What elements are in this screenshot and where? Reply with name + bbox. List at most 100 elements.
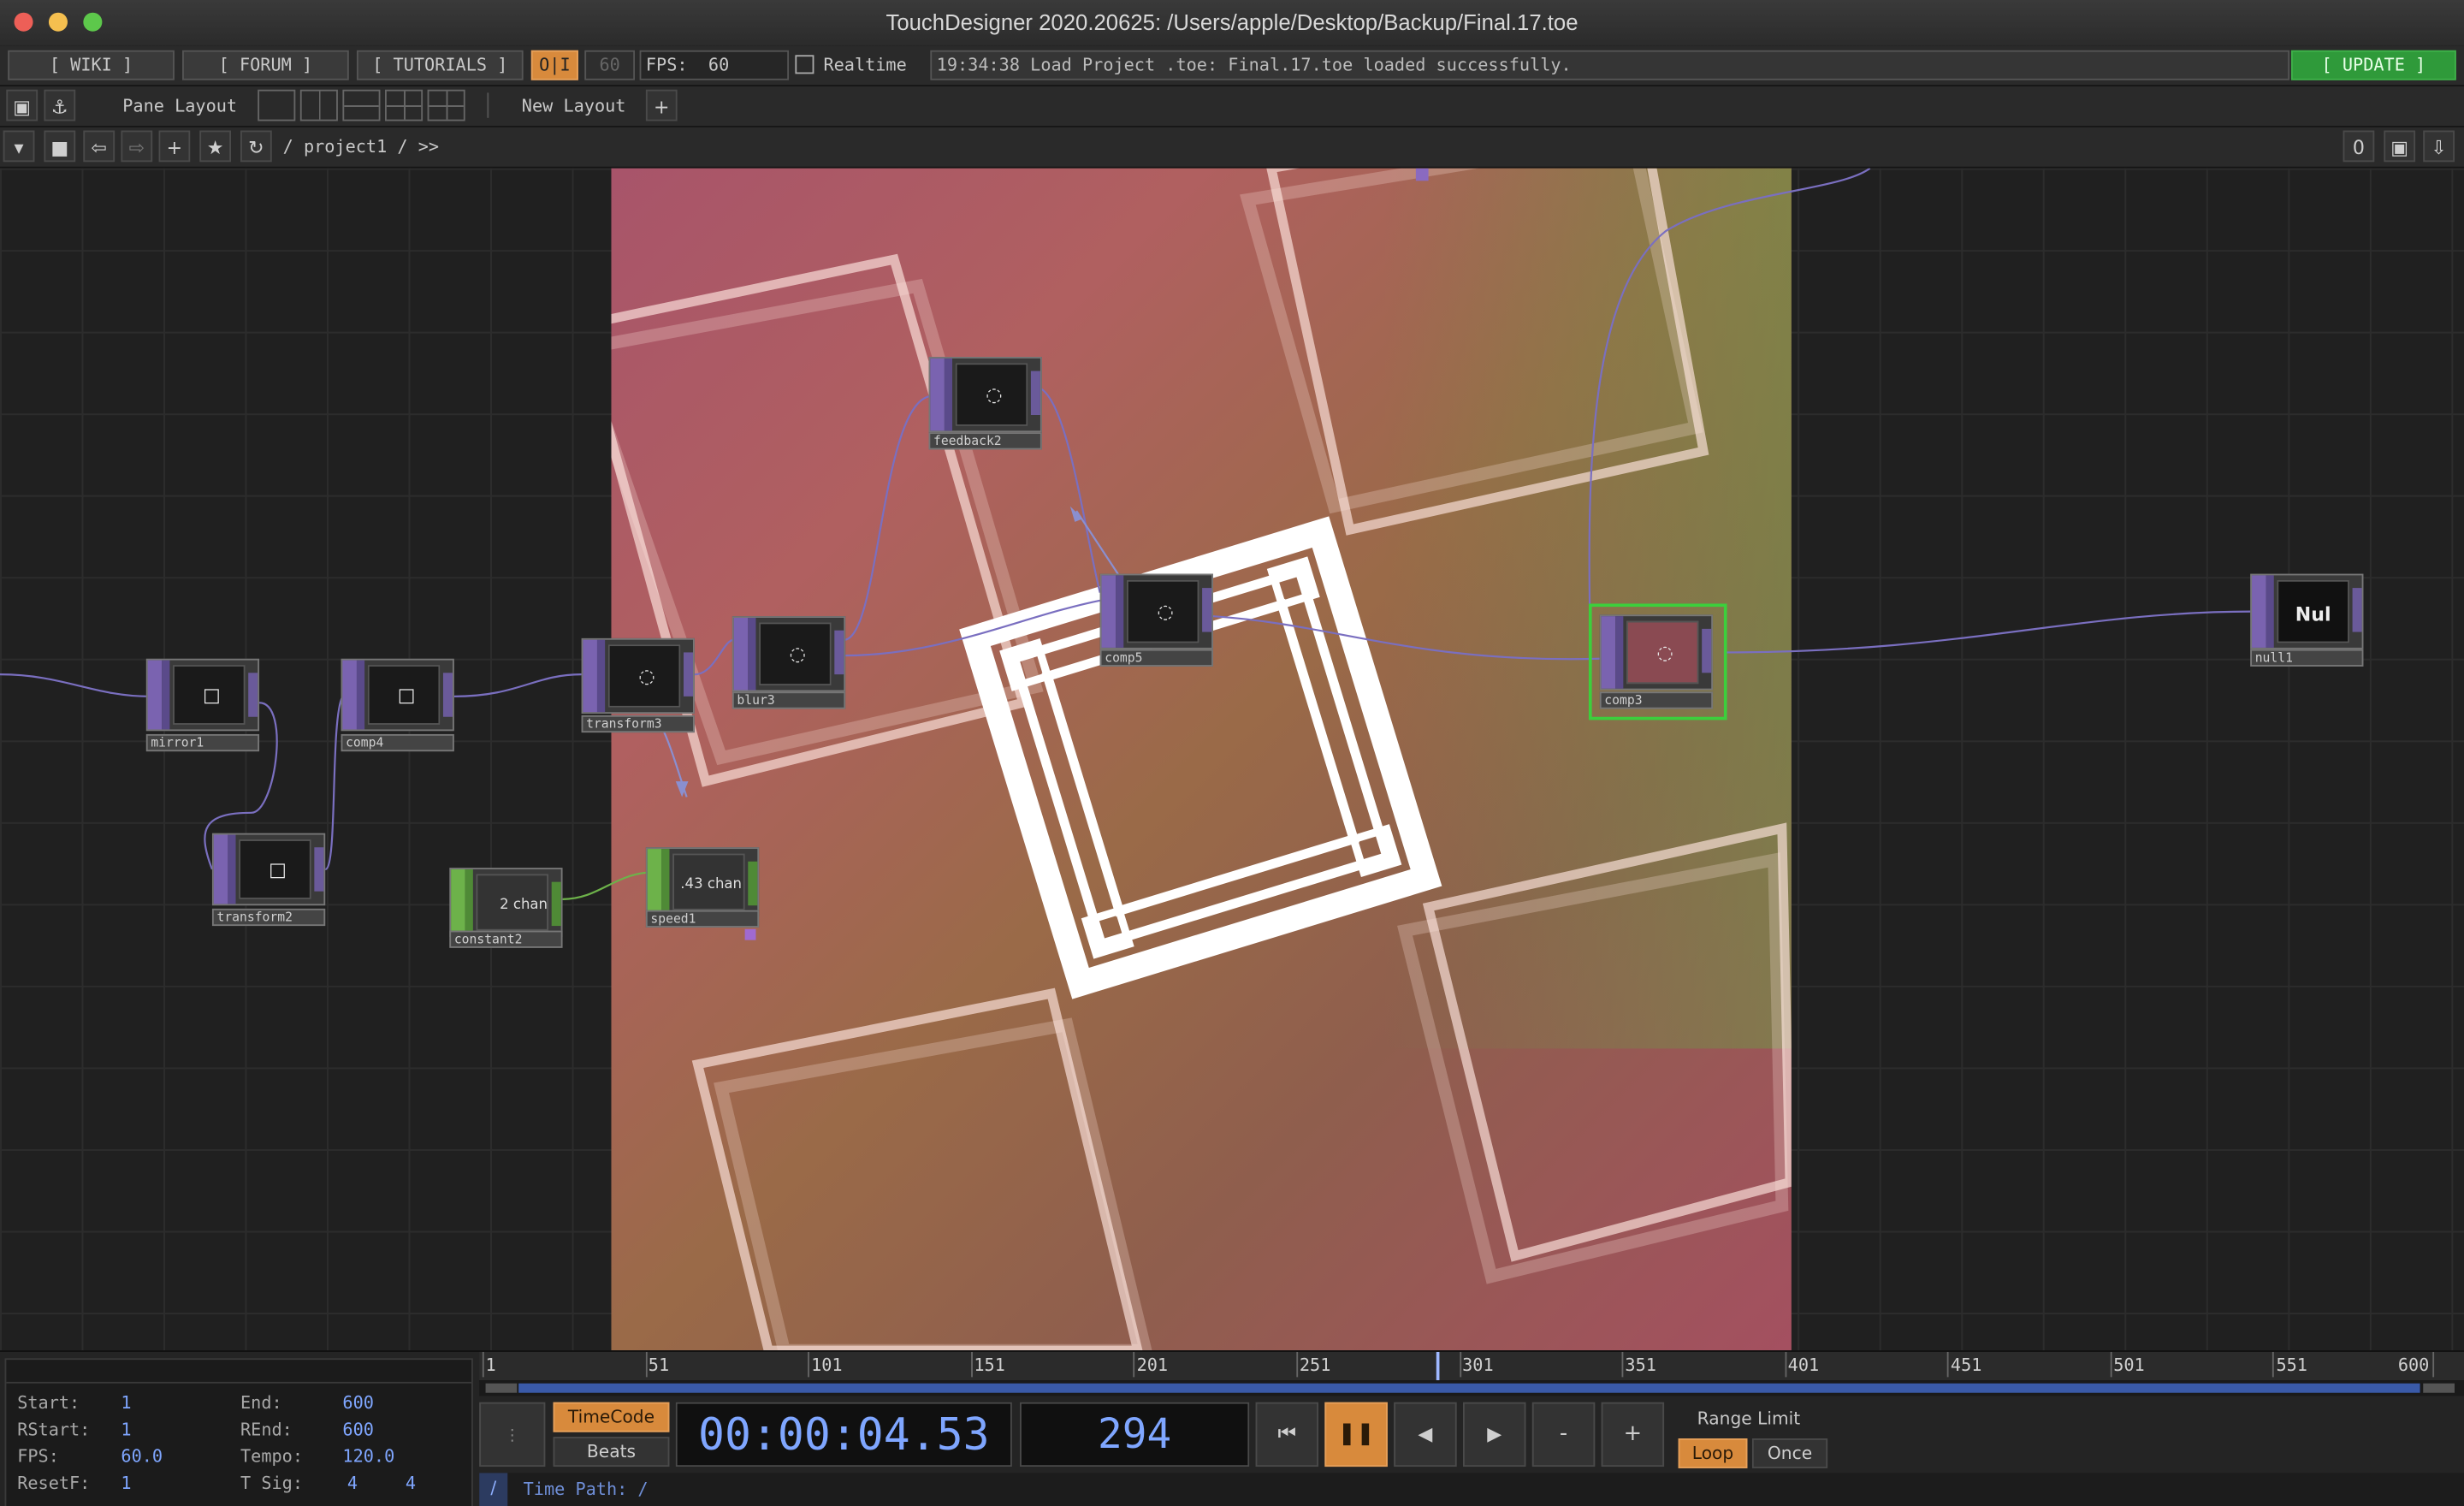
node-feedback2[interactable]: ◌	[928, 357, 1042, 433]
node-label-transform2[interactable]: transform2	[211, 908, 326, 927]
node-label-transform3[interactable]: transform3	[581, 714, 695, 733]
node-thumbnail: ◌	[607, 644, 681, 708]
pause-icon[interactable]: ❚❚	[1324, 1402, 1388, 1467]
node-transform3[interactable]: ◌	[581, 637, 695, 714]
timeline-side-icon[interactable]: ⋮	[479, 1402, 546, 1467]
node-transform2[interactable]: □	[211, 833, 326, 906]
node-label-speed1[interactable]: speed1	[645, 910, 760, 928]
node-mirror1[interactable]: □	[145, 658, 260, 732]
timecode-display[interactable]: 00:00:04.53	[675, 1402, 1012, 1467]
timeline-panel: Start: 1 End: 600 RStart: 1 REnd: 600 FP…	[0, 1350, 2464, 1506]
range-start-handle[interactable]	[485, 1383, 518, 1393]
wire-feedback-arrow	[1075, 510, 1123, 581]
node-blur3[interactable]: ◌	[732, 616, 846, 692]
wire-constant-speed	[562, 871, 648, 900]
node-label-constant2[interactable]: constant2	[449, 930, 563, 948]
start-value[interactable]: 1	[121, 1393, 131, 1414]
forum-button[interactable]: [ FORUM ]	[182, 50, 349, 80]
current-frame-marker[interactable]	[1436, 1351, 1440, 1381]
timeline-range-bar[interactable]	[479, 1380, 2464, 1396]
tutorials-button[interactable]: [ TUTORIALS ]	[356, 50, 524, 80]
counter-field[interactable]: 0	[2343, 130, 2375, 163]
node-constant2[interactable]: 2 chan	[449, 868, 563, 937]
timeline-tick-label: 301	[1462, 1355, 1494, 1376]
add-layout-button[interactable]: +	[645, 89, 678, 122]
timeline-tick-line	[1459, 1351, 1461, 1378]
increment-button[interactable]: +	[1601, 1402, 1665, 1467]
node-label-blur3[interactable]: blur3	[732, 691, 846, 709]
layout-three-pane-icon[interactable]	[385, 89, 424, 122]
anchor-icon[interactable]: ⚓	[44, 89, 76, 122]
pane-image-icon[interactable]: ▣	[6, 89, 38, 122]
back-arrow-icon[interactable]: ⇦	[83, 130, 116, 163]
wiki-button[interactable]: [ WIKI ]	[8, 50, 175, 80]
speed-connector[interactable]	[744, 928, 756, 940]
home-plus-icon[interactable]: +	[158, 130, 191, 163]
rewind-to-start-icon[interactable]: ⏮	[1255, 1402, 1319, 1467]
realtime-checkbox[interactable]	[795, 55, 814, 74]
timecode-toggle[interactable]: TimeCode	[553, 1402, 670, 1432]
timeline-tick-line	[645, 1351, 647, 1378]
network-editor[interactable]: □ mirror1 □ comp4 □ transform2 2 chan co…	[0, 168, 2464, 1351]
layout-four-pane-icon[interactable]	[427, 89, 465, 122]
timeline-ruler[interactable]: 1 51 101 151 201 251 301 351 401 451 501 551 600	[479, 1351, 2464, 1382]
timeline-tick-line	[1296, 1351, 1299, 1378]
node-dotted-circle-icon: ◌	[789, 643, 806, 666]
layout-split-horizontal-icon[interactable]	[342, 89, 381, 122]
tsig-numerator[interactable]: 4	[347, 1473, 358, 1493]
constant-value: 2 chan	[500, 898, 548, 914]
chevron-down-icon[interactable]: ▾	[3, 130, 35, 163]
node-label-comp4[interactable]: comp4	[341, 733, 454, 752]
update-button[interactable]: [ UPDATE ]	[2290, 50, 2456, 80]
resetf-value[interactable]: 1	[121, 1473, 131, 1493]
star-icon[interactable]: ★	[199, 130, 232, 163]
frame-display[interactable]: 294	[1020, 1402, 1250, 1467]
node-thumbnail: □	[173, 665, 246, 725]
node-comp3[interactable]: ◌	[1599, 614, 1714, 691]
perform-mode-toggle[interactable]: O|I	[530, 50, 578, 80]
end-value[interactable]: 600	[342, 1393, 374, 1414]
refresh-icon[interactable]: ↻	[240, 130, 272, 163]
node-label-comp3[interactable]: comp3	[1599, 691, 1714, 709]
step-forward-icon[interactable]: ▶	[1463, 1402, 1526, 1467]
timeline-tick-label: 351	[1625, 1355, 1656, 1376]
fps-info-value[interactable]: 60.0	[121, 1446, 163, 1467]
node-label-null1[interactable]: null1	[2250, 649, 2364, 667]
rstart-value[interactable]: 1	[121, 1420, 131, 1440]
layout-split-vertical-icon[interactable]	[299, 89, 338, 122]
layout-single-icon[interactable]	[258, 89, 296, 122]
time-path-root[interactable]: /	[479, 1473, 508, 1506]
node-label-comp5[interactable]: comp5	[1099, 649, 1213, 667]
network-path-breadcrumb[interactable]: / project1 / >>	[283, 137, 439, 157]
title-bar: TouchDesigner 2020.20625: /Users/apple/D…	[0, 0, 2464, 48]
node-dotted-circle-icon: ◌	[986, 383, 1003, 406]
node-label-mirror1[interactable]: mirror1	[145, 733, 260, 752]
download-icon[interactable]: ⇩	[2423, 130, 2455, 163]
loop-toggle[interactable]: Loop	[1678, 1438, 1748, 1468]
tempo-value[interactable]: 120.0	[342, 1446, 394, 1467]
node-comp4[interactable]: □	[341, 658, 454, 732]
node-square-icon: □	[397, 684, 416, 706]
once-toggle[interactable]: Once	[1751, 1438, 1828, 1468]
stop-icon[interactable]: ■	[44, 130, 76, 163]
node-comp5[interactable]: ◌	[1099, 573, 1213, 649]
window-icon[interactable]: ▣	[2384, 130, 2416, 163]
fps-target-field[interactable]: 60	[584, 50, 636, 80]
node-label-feedback2[interactable]: feedback2	[928, 432, 1042, 450]
rend-value[interactable]: 600	[342, 1420, 374, 1440]
beats-toggle[interactable]: Beats	[553, 1437, 670, 1467]
decrement-button[interactable]: -	[1531, 1402, 1596, 1467]
window-title: TouchDesigner 2020.20625: /Users/apple/D…	[886, 9, 1578, 35]
main-toolbar: [ WIKI ] [ FORUM ] [ TUTORIALS ] O|I 60 …	[0, 45, 2464, 87]
node-null1[interactable]: Nul	[2250, 573, 2364, 649]
fps-label: FPS:	[645, 55, 688, 76]
comp-connector[interactable]	[1415, 168, 1429, 181]
pane-layout-label: Pane Layout	[122, 96, 238, 116]
step-back-icon[interactable]: ◀	[1394, 1402, 1457, 1467]
time-settings-panel: Start: 1 End: 600 RStart: 1 REnd: 600 FP…	[4, 1358, 473, 1506]
forward-arrow-icon[interactable]: ⇨	[121, 130, 153, 163]
tsig-denominator[interactable]: 4	[406, 1473, 416, 1493]
range-end-handle[interactable]	[2423, 1383, 2455, 1393]
node-speed1[interactable]: .43 chan	[645, 847, 760, 917]
node-dotted-circle-icon: ◌	[1656, 641, 1673, 664]
